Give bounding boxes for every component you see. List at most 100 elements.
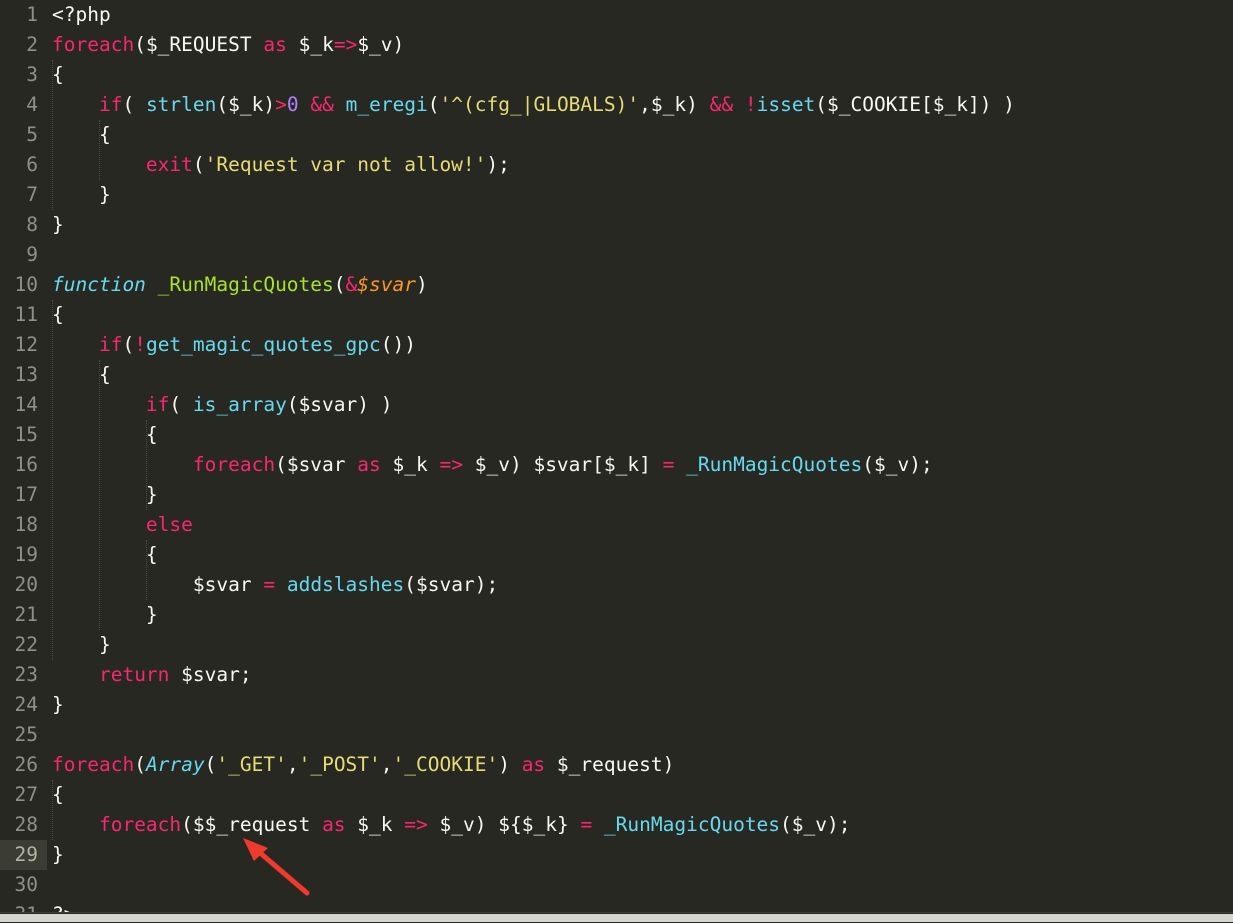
code-line-9[interactable]: 9	[0, 240, 1233, 270]
code-line-10[interactable]: 10 function _RunMagicQuotes(&$svar)	[0, 270, 1233, 300]
line-number[interactable]: 5	[0, 120, 47, 150]
code-line-13[interactable]: 13 {	[0, 360, 1233, 390]
code-lines-container[interactable]: 1 <?php 2 foreach($_REQUEST as $_k=>$_v) 3{4…	[0, 0, 1233, 923]
line-number[interactable]: 28	[0, 810, 47, 840]
line-number[interactable]: 25	[0, 720, 47, 750]
code-line-17[interactable]: 17 }	[0, 480, 1233, 510]
line-number[interactable]: 2	[0, 30, 47, 60]
line-number[interactable]: 10	[0, 270, 47, 300]
code-text[interactable]: {	[52, 420, 158, 450]
line-number[interactable]: 23	[0, 660, 47, 690]
code-text[interactable]: else	[52, 510, 193, 540]
line-number[interactable]: 1	[0, 0, 47, 30]
code-text[interactable]: {	[52, 780, 64, 810]
code-line-22[interactable]: 22 }	[0, 630, 1233, 660]
code-editor[interactable]: 1 <?php 2 foreach($_REQUEST as $_k=>$_v) 3{4…	[0, 0, 1233, 923]
line-number[interactable]: 30	[0, 870, 47, 900]
code-text[interactable]: exit('Request var not allow!');	[52, 150, 510, 180]
code-line-5[interactable]: 5 {	[0, 120, 1233, 150]
code-line-27[interactable]: 27{	[0, 780, 1233, 810]
code-line-6[interactable]: 6 exit('Request var not allow!');	[0, 150, 1233, 180]
code-token: )	[509, 453, 534, 476]
code-line-19[interactable]: 19 {	[0, 540, 1233, 570]
code-token: if	[145, 393, 170, 416]
code-text[interactable]: }	[52, 630, 111, 660]
code-token: {	[52, 63, 64, 86]
code-line-29[interactable]: 29}	[0, 840, 1233, 870]
code-text[interactable]: {	[52, 360, 111, 390]
code-line-28[interactable]: 28 foreach($$_request as $_k => $_v) ${$…	[0, 810, 1233, 840]
code-line-20[interactable]: 20 $svar = addslashes($svar);	[0, 570, 1233, 600]
line-number[interactable]: 9	[0, 240, 47, 270]
code-text[interactable]: }	[52, 690, 64, 720]
code-line-23[interactable]: 23 return $svar;	[0, 660, 1233, 690]
code-line-21[interactable]: 21 }	[0, 600, 1233, 630]
line-number[interactable]: 7	[0, 180, 47, 210]
code-text[interactable]: if( strlen($_k)>0 && m_eregi('^(cfg_|GLO…	[52, 90, 1015, 120]
code-line-25[interactable]: 25	[0, 720, 1233, 750]
code-text[interactable]: function _RunMagicQuotes(&$svar)	[52, 270, 428, 300]
line-number[interactable]: 27	[0, 780, 47, 810]
line-number[interactable]: 17	[0, 480, 47, 510]
horizontal-scrollbar[interactable]	[0, 912, 1233, 923]
code-text[interactable]: foreach($svar as $_k => $_v) $svar[$_k] …	[52, 450, 933, 480]
code-text[interactable]: foreach(Array('_GET','_POST','_COOKIE') …	[52, 750, 674, 780]
code-text[interactable]: {	[52, 300, 64, 330]
line-number[interactable]: 26	[0, 750, 47, 780]
code-token: $svar	[357, 273, 416, 296]
line-number[interactable]: 4	[0, 90, 47, 120]
code-text[interactable]: if( is_array($svar) )	[52, 390, 393, 420]
code-text[interactable]: $svar = addslashes($svar);	[52, 570, 498, 600]
code-line-15[interactable]: 15 {	[0, 420, 1233, 450]
code-text[interactable]: }	[52, 840, 64, 870]
code-line-4[interactable]: 4 if( strlen($_k)>0 && m_eregi('^(cfg_|G…	[0, 90, 1233, 120]
code-text[interactable]: }	[52, 210, 64, 240]
code-line-7[interactable]: 7 }	[0, 180, 1233, 210]
code-token: );	[486, 153, 510, 176]
code-line-8[interactable]: 8}	[0, 210, 1233, 240]
line-number[interactable]: 13	[0, 360, 47, 390]
code-text[interactable]: return $svar;	[52, 660, 252, 690]
code-line-26[interactable]: 26 foreach(Array('_GET','_POST','_COOKIE'…	[0, 750, 1233, 780]
code-line-30[interactable]: 30	[0, 870, 1233, 900]
code-line-1[interactable]: 1 <?php	[0, 0, 1233, 30]
code-text[interactable]: if(!get_magic_quotes_gpc())	[52, 330, 416, 360]
code-token: $_v	[439, 813, 475, 836]
code-line-14[interactable]: 14 if( is_array($svar) )	[0, 390, 1233, 420]
line-number[interactable]: 8	[0, 210, 47, 240]
line-number[interactable]: 11	[0, 300, 47, 330]
line-number[interactable]: 14	[0, 390, 47, 420]
code-text[interactable]: }	[52, 180, 111, 210]
code-text[interactable]: {	[52, 120, 111, 150]
code-text[interactable]: foreach($_REQUEST as $_k=>$_v)	[52, 30, 404, 60]
code-text[interactable]: {	[52, 540, 158, 570]
code-text[interactable]: foreach($$_request as $_k => $_v) ${$_k}…	[52, 810, 851, 840]
code-text[interactable]: }	[52, 600, 158, 630]
code-text[interactable]: <?php	[52, 0, 111, 30]
line-number[interactable]: 6	[0, 150, 47, 180]
line-number[interactable]: 24	[0, 690, 47, 720]
code-line-2[interactable]: 2 foreach($_REQUEST as $_k=>$_v)	[0, 30, 1233, 60]
line-number[interactable]: 12	[0, 330, 47, 360]
line-number[interactable]: 15	[0, 420, 47, 450]
line-number[interactable]: 21	[0, 600, 47, 630]
line-number[interactable]: 18	[0, 510, 47, 540]
line-number[interactable]: 20	[0, 570, 47, 600]
line-number[interactable]: 16	[0, 450, 47, 480]
horizontal-scrollbar-thumb[interactable]	[0, 914, 1233, 922]
code-token: (	[204, 753, 217, 776]
code-text[interactable]: {	[52, 60, 64, 90]
line-number[interactable]: 19	[0, 540, 47, 570]
line-number[interactable]: 3	[0, 60, 47, 90]
line-number[interactable]: 29	[0, 840, 47, 870]
code-line-12[interactable]: 12 if(!get_magic_quotes_gpc())	[0, 330, 1233, 360]
code-line-11[interactable]: 11{	[0, 300, 1233, 330]
line-number[interactable]: 22	[0, 630, 47, 660]
code-line-18[interactable]: 18 else	[0, 510, 1233, 540]
code-line-3[interactable]: 3{	[0, 60, 1233, 90]
code-line-16[interactable]: 16 foreach($svar as $_k => $_v) $svar[$_…	[0, 450, 1233, 480]
code-text[interactable]: }	[52, 480, 158, 510]
code-line-24[interactable]: 24}	[0, 690, 1233, 720]
